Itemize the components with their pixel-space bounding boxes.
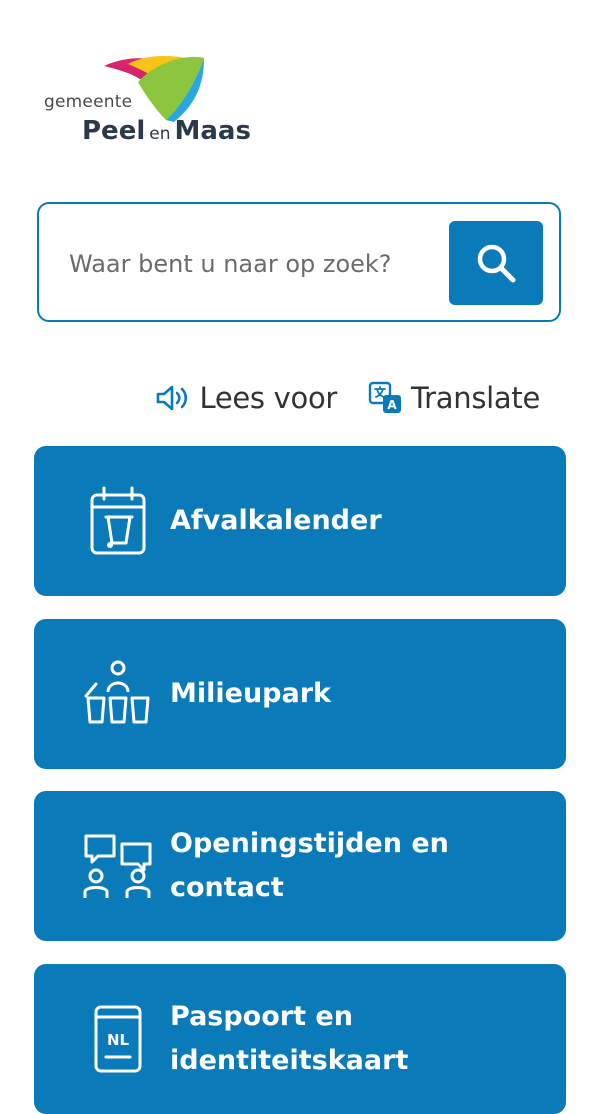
site-logo[interactable]: gemeente Peel en Maas xyxy=(42,52,272,162)
tools-row: Lees voor A Translate xyxy=(155,380,540,416)
tile-label: Paspoort en identiteitskaart xyxy=(170,1001,409,1076)
speaker-icon xyxy=(157,385,188,411)
search-bar xyxy=(37,202,561,322)
translate-label: Translate xyxy=(411,381,540,415)
tile-paspoort-identiteitskaart[interactable]: NL Paspoort en identiteitskaart xyxy=(34,964,566,1114)
read-aloud-button[interactable]: Lees voor xyxy=(155,381,337,415)
logo-title-part1: Peel xyxy=(82,116,146,146)
search-input[interactable] xyxy=(69,244,439,284)
svg-text:A: A xyxy=(387,398,397,412)
recycling-park-icon xyxy=(82,658,154,730)
tile-openingstijden-contact[interactable]: Openingstijden en contact xyxy=(34,791,566,941)
translate-button[interactable]: A Translate xyxy=(367,380,540,416)
waste-calendar-icon xyxy=(82,485,154,557)
passport-icon: NL xyxy=(82,1003,154,1075)
logo-title-part2: Maas xyxy=(174,116,251,146)
logo-title: Peel en Maas xyxy=(82,116,251,146)
svg-text:NL: NL xyxy=(107,1031,130,1049)
search-button[interactable] xyxy=(449,221,543,305)
logo-title-connector: en xyxy=(149,124,171,144)
tile-milieupark[interactable]: Milieupark xyxy=(34,619,566,769)
read-aloud-label: Lees voor xyxy=(199,381,338,415)
logo-subtitle: gemeente xyxy=(44,92,133,112)
contact-people-icon xyxy=(82,830,154,902)
tile-label: Milieupark xyxy=(170,678,331,709)
tile-afvalkalender[interactable]: Afvalkalender xyxy=(34,446,566,596)
search-icon xyxy=(477,244,516,283)
tile-label: Openingstijden en contact xyxy=(170,828,449,903)
tile-label: Afvalkalender xyxy=(170,505,382,536)
translate-icon: A xyxy=(368,381,402,413)
